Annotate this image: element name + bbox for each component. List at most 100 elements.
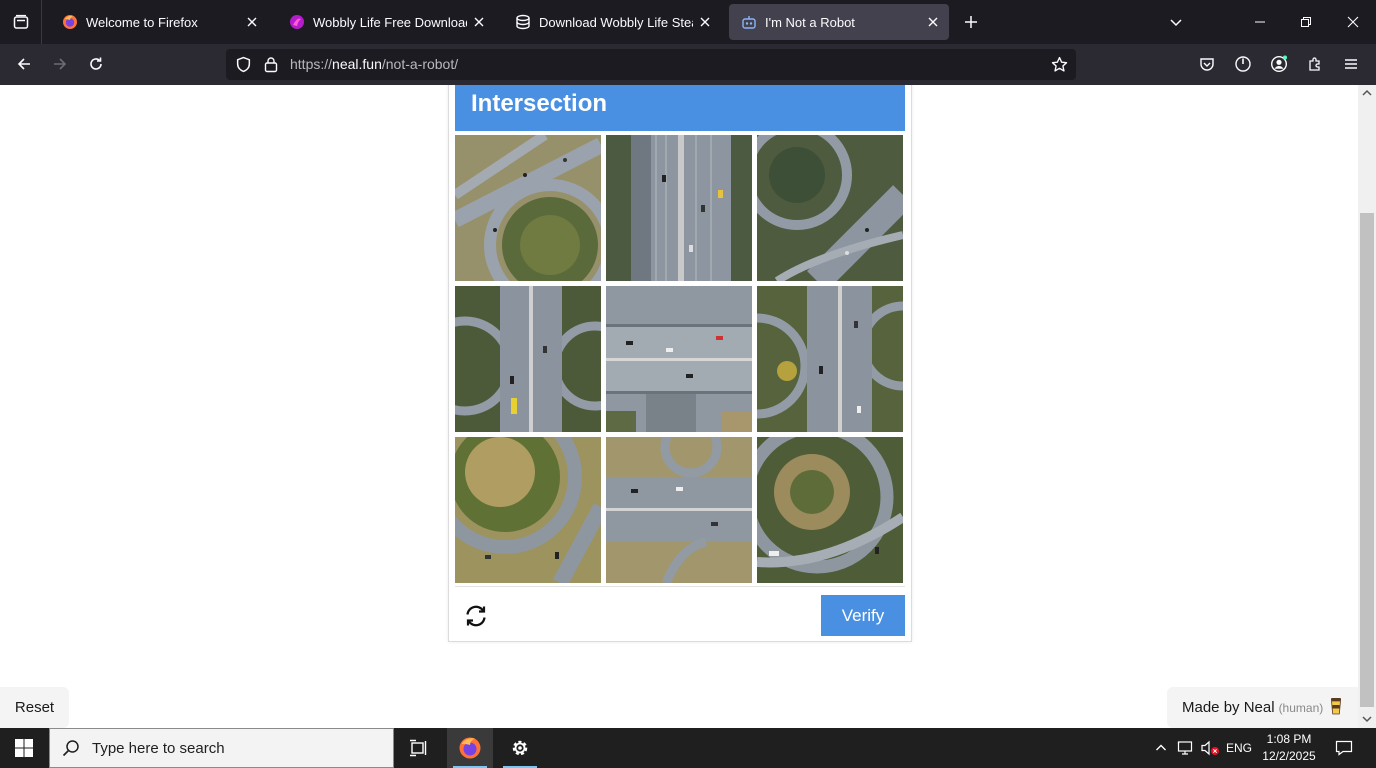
close-tab-icon[interactable] [240,10,264,34]
close-tab-icon[interactable] [921,10,945,34]
arrow-right-icon [54,58,67,70]
aerial-interchange-image [455,437,601,583]
captcha-tile-9[interactable] [757,437,903,583]
new-challenge-button[interactable] [461,601,491,631]
taskbar-firefox-app[interactable] [447,728,493,768]
clock-time: 1:08 PM [1266,732,1312,746]
taskbar-settings-app[interactable] [497,728,543,768]
scrollbar-thumb[interactable] [1360,213,1374,707]
arrow-left-icon [17,58,30,70]
task-view-icon [410,739,427,757]
windows-logo-icon [15,739,33,757]
close-tab-icon[interactable] [467,10,491,34]
tab-title: Download Wobbly Life SteamRI [539,14,693,30]
page-content: Intersection Verify Reset Made by Neal (… [0,85,1358,728]
tab-wobbly-life-free-download[interactable]: Wobbly Life Free Download (v1 [277,4,495,40]
pocket-button[interactable] [1191,48,1223,80]
clock-date: 12/2/2025 [1262,749,1316,763]
captcha-prompt-word: Intersection [471,90,608,117]
extensions-button[interactable] [1299,48,1331,80]
captcha-tile-1[interactable] [455,135,601,281]
steamrip-icon [515,14,531,30]
robot-icon [741,14,757,30]
hamburger-menu-icon [1345,59,1357,69]
aerial-highway-image [606,135,752,281]
speed-gauge-icon [1235,56,1251,72]
captcha-tile-3[interactable] [757,135,903,281]
tab-title: Welcome to Firefox [86,14,198,30]
captcha-tile-5[interactable] [606,286,752,432]
aerial-overpass-image [606,286,752,432]
taskbar-search-box[interactable]: Type here to search [49,728,394,768]
tab-download-wobbly-life-steamrip[interactable]: Download Wobbly Life SteamRI [503,4,721,40]
reset-button[interactable]: Reset [0,687,69,728]
reload-page-button[interactable] [80,48,112,80]
chevron-down-icon [1170,19,1182,27]
minimize-button[interactable] [1237,0,1283,44]
tab-im-not-a-robot[interactable]: I'm Not a Robot [729,4,949,40]
aerial-interchange-image [757,437,903,583]
scroll-up-arrow-icon[interactable] [1361,87,1373,99]
url-scheme: https:// [290,56,333,72]
captcha-tile-6[interactable] [757,286,903,432]
volume-button[interactable] [1198,728,1222,768]
firefox-icon [62,14,78,30]
new-tab-button[interactable] [955,0,987,44]
url-text[interactable]: https://neal.fun/not-a-robot/ [290,56,458,72]
minimize-icon [1255,21,1265,23]
extension-button[interactable] [1227,48,1259,80]
tab-welcome-to-firefox[interactable]: Welcome to Firefox [50,4,268,40]
taskbar-clock[interactable]: 1:08 PM 12/2/2025 [1258,731,1320,765]
notification-icon [1335,740,1353,756]
captcha-tile-4[interactable] [455,286,601,432]
restore-button[interactable] [1283,0,1329,44]
verify-button[interactable]: Verify [821,595,905,636]
tab-title: I'm Not a Robot [765,14,855,30]
lock-icon[interactable] [263,56,279,73]
captcha-divider [455,586,905,587]
captcha-tile-2[interactable] [606,135,752,281]
start-button[interactable] [0,728,48,768]
task-view-button[interactable] [396,728,442,768]
back-button[interactable] [8,48,40,80]
credit-badge[interactable]: Made by Neal (human) [1167,687,1358,728]
credit-text: Made by Neal [1182,699,1275,716]
plus-icon [965,16,977,28]
network-icon [1177,741,1193,755]
bookmark-star-icon[interactable] [1051,56,1068,73]
page-scrollbar[interactable] [1358,85,1376,728]
aerial-highway-image [455,286,601,432]
search-placeholder: Type here to search [92,739,225,757]
aerial-intersection-image [606,437,752,583]
forward-button[interactable] [44,48,76,80]
firefox-icon [459,737,481,759]
account-icon [1270,55,1288,73]
puzzle-icon [1309,57,1320,71]
url-host: neal.fun [332,56,382,72]
input-language-button[interactable]: ENG [1222,728,1256,768]
captcha-tile-8[interactable] [606,437,752,583]
network-status-button[interactable] [1174,728,1198,768]
restore-icon [1301,17,1311,27]
show-hidden-icons-button[interactable] [1150,728,1172,768]
reload-icon [90,57,102,70]
coffee-cup-icon [1329,697,1343,719]
captcha-tile-7[interactable] [455,437,601,583]
address-bar[interactable]: https://neal.fun/not-a-robot/ [226,49,1076,80]
close-icon [1347,16,1359,28]
scroll-down-arrow-icon[interactable] [1361,713,1373,725]
gear-icon [512,740,528,756]
list-all-tabs-button[interactable] [0,0,42,44]
pocket-icon [1200,58,1214,71]
chevron-up-icon [1156,744,1166,751]
account-button[interactable] [1263,48,1295,80]
tracking-protection-shield-icon[interactable] [235,56,252,73]
app-menu-button[interactable] [1335,48,1367,80]
tab-overflow-button[interactable] [1153,0,1199,44]
search-icon [62,740,79,757]
close-tab-icon[interactable] [693,10,717,34]
site-logo-icon [289,14,305,30]
close-window-button[interactable] [1330,0,1376,44]
aerial-road-image [455,135,601,281]
notification-center-button[interactable] [1328,728,1360,768]
